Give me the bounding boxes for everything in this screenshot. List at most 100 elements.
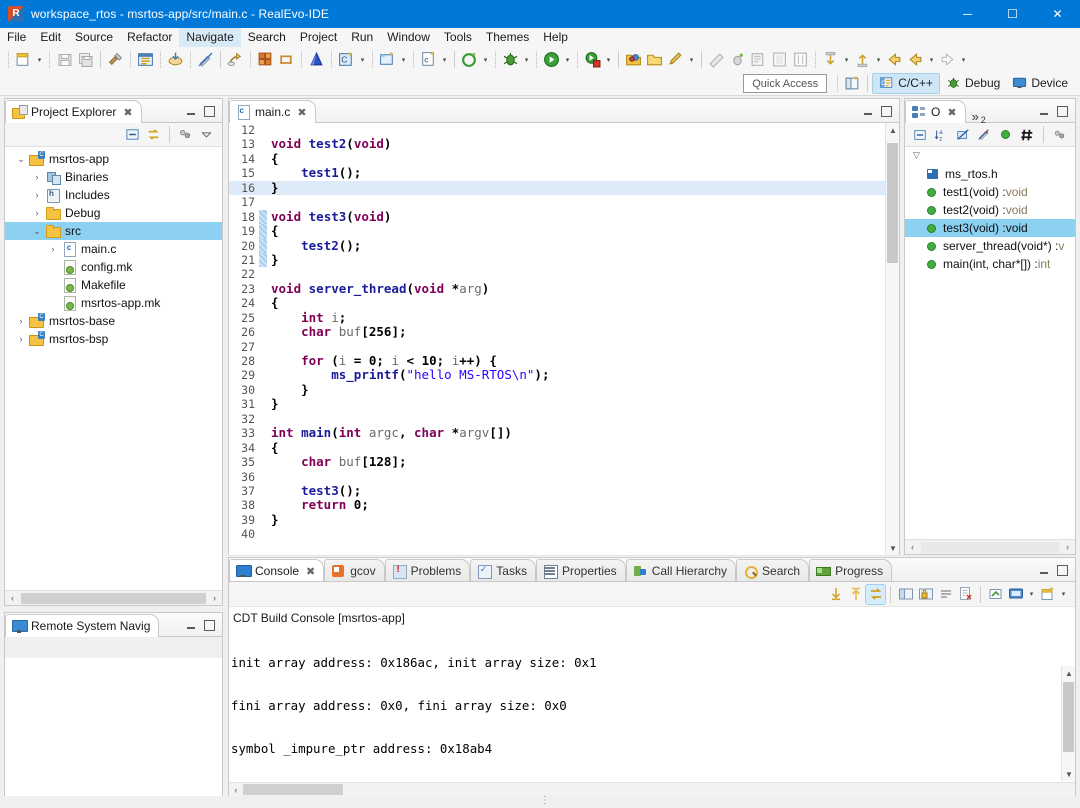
tab-progress[interactable]: Progress [809,559,893,581]
new-c-source-icon[interactable]: c [418,49,439,70]
new-c-source-dropdown-icon[interactable]: ▾ [439,49,450,70]
outline-root-twisty-row[interactable]: ▽ [905,147,1075,163]
code-line[interactable]: 24 { [229,296,899,311]
tab-tasks[interactable]: Tasks [470,559,536,581]
publish-icon[interactable] [165,49,186,70]
flash-icon[interactable] [306,49,327,70]
tab-call-hierarchy[interactable]: Call Hierarchy [625,559,737,581]
tab-main-c[interactable]: main.c ✖ [229,100,316,123]
display-console-dropdown-icon[interactable]: ▾ [1026,584,1037,605]
tree-item-includes[interactable]: › Includes [5,186,222,204]
chevron-right-icon[interactable]: › [29,204,45,222]
disable-icon[interactable] [195,49,216,70]
menu-tools[interactable]: Tools [437,28,479,47]
tree-item-msrtos-app[interactable]: ⌄ msrtos-app [5,150,222,168]
toggle-block-selection-icon[interactable] [769,49,790,70]
code-line[interactable]: 25 int i; [229,310,899,325]
code-line[interactable]: 23 void server_thread(void *arg) [229,281,899,296]
maximize-icon[interactable] [1055,563,1070,578]
code-line[interactable]: 36 [229,470,899,484]
external-tools-icon[interactable] [582,49,603,70]
code-line[interactable]: 31} [229,397,899,412]
perspective-cpp[interactable]: C C/C++ [872,72,940,94]
console-vscrollbar[interactable]: ▲ ▼ [1061,666,1075,781]
code-line[interactable]: 40 [229,527,899,541]
code-line[interactable]: 26 char buf[256]; [229,324,899,339]
new-cpp-class-dropdown-icon[interactable]: ▾ [398,49,409,70]
menu-project[interactable]: Project [293,28,344,47]
editor-body[interactable]: 12 13 void test2(void) 14{15 test1(); 16} 17 1… [229,123,899,555]
code-line[interactable]: 32 [229,412,899,426]
terminate-icon[interactable] [276,49,297,70]
code-line[interactable]: 12 [229,123,899,137]
remote-view-body[interactable] [5,658,222,808]
chevron-down-icon[interactable]: ⌄ [29,222,45,240]
open-perspective-icon[interactable] [842,73,863,94]
resize-grip[interactable]: ⋮ [540,795,551,806]
scroll-up-icon[interactable] [846,585,865,604]
hide-nonpublic-icon[interactable] [996,125,1014,144]
chevron-right-icon[interactable]: › [13,312,29,330]
outline-item-test3[interactable]: test3(void) : void [905,219,1075,237]
minimize-icon[interactable] [1036,104,1051,119]
code-line[interactable]: 27 [229,340,899,354]
hide-macros-icon[interactable] [1017,125,1035,144]
ruler-icon[interactable] [706,49,727,70]
code-line[interactable]: 33 int main(int argc, char *argv[]) [229,425,899,440]
hscroll-thumb[interactable] [243,784,343,795]
close-icon[interactable]: ✖ [123,106,132,119]
chevron-right-icon[interactable]: › [45,240,61,258]
menu-file[interactable]: File [0,28,33,47]
code-line[interactable]: 19 { [229,223,899,239]
menu-themes[interactable]: Themes [479,28,536,47]
code-line[interactable]: 14 { [229,151,899,166]
maximize-button[interactable]: ☐ [990,0,1035,28]
new-wizard-dropdown-icon[interactable]: ▾ [34,49,45,70]
build-hammer-icon[interactable] [105,49,126,70]
sort-az-icon[interactable]: az [932,125,950,144]
close-icon[interactable]: ✖ [947,106,956,119]
forward-icon[interactable] [937,49,958,70]
code-line[interactable]: 22 [229,267,899,281]
external-tools-dropdown-icon[interactable]: ▾ [603,49,614,70]
menu-search[interactable]: Search [241,28,293,47]
code-line[interactable]: 38 return 0; [229,498,899,513]
chevron-down-icon[interactable]: ▽ [913,150,920,161]
scroll-up-icon[interactable]: ▲ [1062,666,1076,680]
open-type-icon[interactable] [623,49,644,70]
source-code[interactable]: 12 13 void test2(void) 14{15 test1(); 16} 17 1… [229,123,899,555]
close-icon[interactable]: ✖ [306,565,315,578]
next-edit-icon[interactable] [852,49,873,70]
code-line[interactable]: 39} [229,512,899,527]
view-menu-icon[interactable] [176,125,195,144]
new-cpp-class-icon[interactable] [377,49,398,70]
scroll-down-icon[interactable]: ▼ [886,541,899,555]
bookmark-dropdown-icon[interactable]: ▾ [686,49,697,70]
open-resource-icon[interactable] [644,49,665,70]
previous-edit-icon[interactable] [820,49,841,70]
code-line[interactable]: 37 test3(); [229,483,899,498]
scroll-right-icon[interactable]: › [1060,542,1075,552]
menu-source[interactable]: Source [68,28,120,47]
new-element-dropdown-icon[interactable]: ▾ [480,49,491,70]
code-line[interactable]: 17 [229,195,899,209]
code-line[interactable]: 28 for (i = 0; i < 10; i++) { [229,353,899,368]
save-all-icon[interactable] [75,49,96,70]
maximize-icon[interactable] [202,618,217,633]
chevron-right-icon[interactable]: › [13,330,29,348]
maximize-icon[interactable] [879,104,894,119]
clear-console-icon[interactable] [936,585,955,604]
perspective-device[interactable]: Device [1006,73,1074,94]
tree-item-msrtos-app-mk[interactable]: msrtos-app.mk [5,294,222,312]
outline-hscrollbar[interactable]: ‹ › [905,539,1075,554]
menu-edit[interactable]: Edit [33,28,68,47]
tree-item-main-c[interactable]: › main.c [5,240,222,258]
hscroll-thumb[interactable] [21,592,206,604]
minimize-icon[interactable] [183,104,198,119]
remove-console-icon[interactable] [956,585,975,604]
back-history-icon[interactable] [905,49,926,70]
maximize-icon[interactable] [202,104,217,119]
new-console-icon[interactable] [1038,585,1057,604]
debug-icon[interactable] [500,49,521,70]
tab-search[interactable]: Search [736,559,810,581]
